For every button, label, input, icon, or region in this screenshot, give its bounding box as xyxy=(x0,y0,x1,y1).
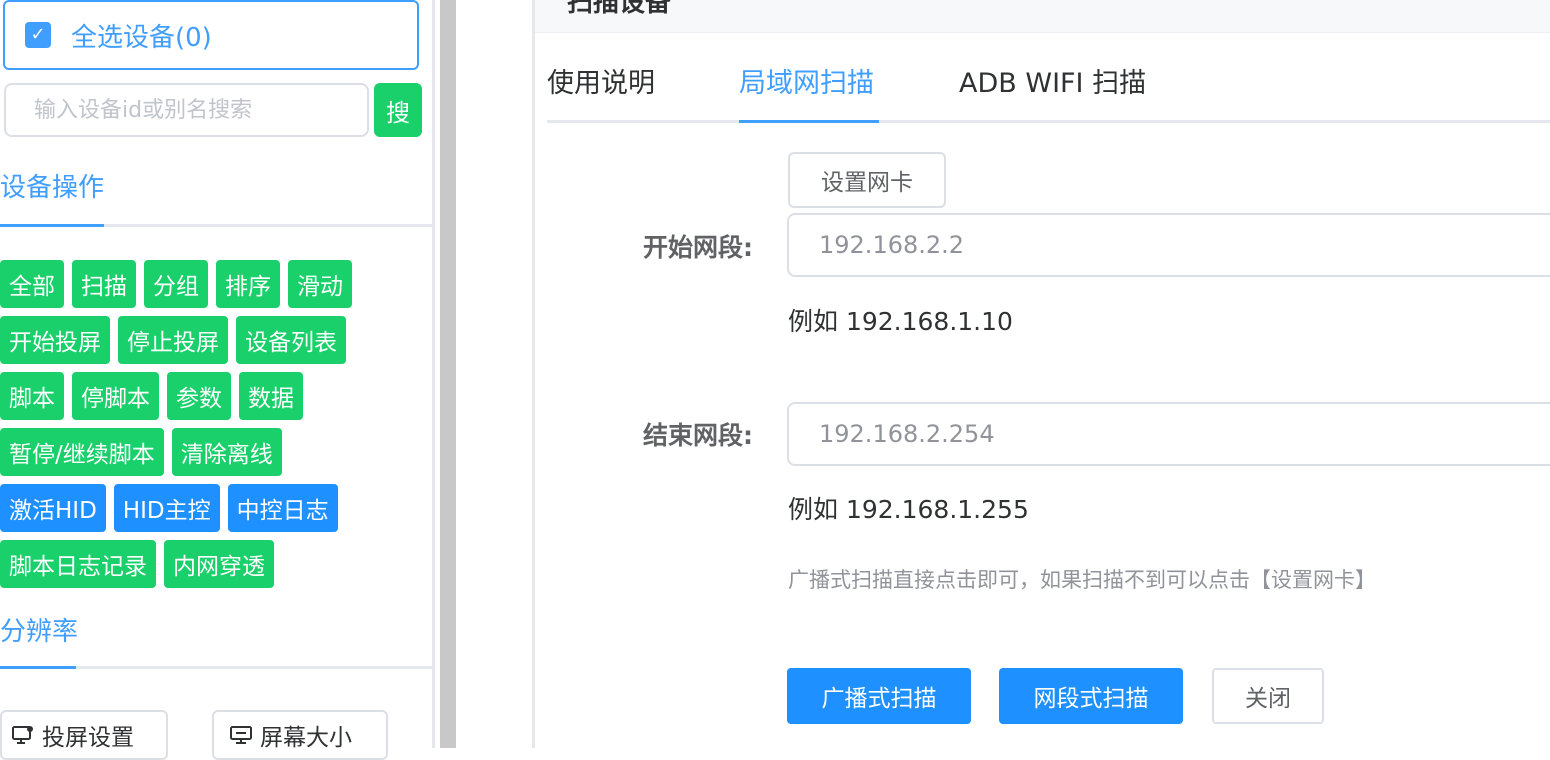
screen-size-button[interactable]: 屏幕大小 xyxy=(212,710,388,760)
device-op-button[interactable]: 全部 xyxy=(0,260,64,308)
device-ops-row: 暂停/继续脚本 清除离线 xyxy=(0,428,430,476)
set-nic-button[interactable]: 设置网卡 xyxy=(788,152,946,208)
device-op-button[interactable]: 内网穿透 xyxy=(164,540,274,588)
device-op-button[interactable]: 滑动 xyxy=(288,260,352,308)
device-ops-underline xyxy=(0,224,104,227)
broadcast-scan-button[interactable]: 广播式扫描 xyxy=(787,668,971,724)
dialog-title: 扫描设备 xyxy=(567,0,672,18)
start-segment-label: 开始网段: xyxy=(643,233,753,262)
cast-settings-button[interactable]: 投屏设置 xyxy=(0,710,168,760)
device-ops-row: 全部 扫描 分组 排序 滑动 xyxy=(0,260,430,308)
dialog-header: 扫描设备 xyxy=(535,0,1550,33)
select-all-checkbox[interactable]: ✓ 全选设备(0) xyxy=(3,0,419,70)
device-op-button[interactable]: 暂停/继续脚本 xyxy=(0,428,164,476)
tab-adb-wifi-scan[interactable]: ADB WIFI 扫描 xyxy=(959,62,1146,106)
device-ops-row: 激活HID HID主控 中控日志 xyxy=(0,484,430,532)
scan-tip: 广播式扫描直接点击即可，如果扫描不到可以点击【设置网卡】 xyxy=(788,568,1376,592)
end-segment-label: 结束网段: xyxy=(643,421,753,450)
active-tab-underline xyxy=(739,120,879,123)
end-segment-input[interactable] xyxy=(787,402,1550,466)
resolution-underline xyxy=(0,666,76,669)
device-ops-row: 脚本日志记录 内网穿透 xyxy=(0,540,430,588)
device-search-input[interactable] xyxy=(4,83,369,137)
device-op-button[interactable]: 脚本日志记录 xyxy=(0,540,156,588)
device-op-button[interactable]: 停止投屏 xyxy=(118,316,228,364)
device-ops-title: 设备操作 xyxy=(0,173,105,203)
select-all-label: 全选设备(0) xyxy=(71,22,212,53)
device-op-button[interactable]: 设备列表 xyxy=(236,316,346,364)
device-ops-grid: 全部 扫描 分组 排序 滑动 开始投屏 停止投屏 设备列表 脚本 停脚本 参数 数据 暂停/继续脚本 清除… xyxy=(0,260,430,596)
device-ops-row: 开始投屏 停止投屏 设备列表 xyxy=(0,316,430,364)
monitor-icon xyxy=(230,726,252,744)
device-op-button[interactable]: 停脚本 xyxy=(72,372,159,420)
monitor-settings-icon xyxy=(12,726,33,744)
tab-usage-instructions[interactable]: 使用说明 xyxy=(547,62,655,106)
left-panel: ✓ 全选设备(0) 搜 设备操作 全部扫描分组排序滑动开始投屏停止投屏设备列表脚… xyxy=(0,0,432,760)
cast-settings-label: 投屏设置 xyxy=(42,725,134,751)
checkbox-checked-icon: ✓ xyxy=(25,22,51,48)
end-segment-example: 例如 192.168.1.255 xyxy=(788,495,1029,524)
device-ops-row: 脚本 停脚本 参数 数据 xyxy=(0,372,430,420)
device-op-button[interactable]: 开始投屏 xyxy=(0,316,110,364)
panel-resize-divider[interactable] xyxy=(440,0,456,748)
search-button[interactable]: 搜 xyxy=(374,83,422,137)
close-button[interactable]: 关闭 xyxy=(1212,668,1324,724)
segment-scan-button[interactable]: 网段式扫描 xyxy=(999,668,1183,724)
scan-device-dialog: 扫描设备 使用说明 局域网扫描 ADB WIFI 扫描 设置网卡 开始网段: 例… xyxy=(532,0,1550,748)
device-op-button[interactable]: 数据 xyxy=(239,372,303,420)
tabs-rule xyxy=(547,120,1550,123)
device-op-button[interactable]: 扫描 xyxy=(72,260,136,308)
device-op-button[interactable]: 清除离线 xyxy=(171,428,282,476)
device-op-button[interactable]: 中控日志 xyxy=(227,484,338,532)
resolution-title: 分辨率 xyxy=(0,617,79,647)
device-op-button[interactable]: HID主控 xyxy=(113,484,220,532)
device-op-button[interactable]: 参数 xyxy=(167,372,231,420)
left-panel-border xyxy=(432,0,435,748)
device-op-button[interactable]: 分组 xyxy=(144,260,208,308)
start-segment-input[interactable] xyxy=(787,213,1550,277)
screen-size-label: 屏幕大小 xyxy=(260,725,352,751)
device-op-button[interactable]: 脚本 xyxy=(0,372,64,420)
start-segment-example: 例如 192.168.1.10 xyxy=(788,307,1013,336)
device-op-button[interactable]: 激活HID xyxy=(0,484,106,532)
tab-lan-scan[interactable]: 局域网扫描 xyxy=(739,62,874,106)
device-op-button[interactable]: 排序 xyxy=(216,260,280,308)
